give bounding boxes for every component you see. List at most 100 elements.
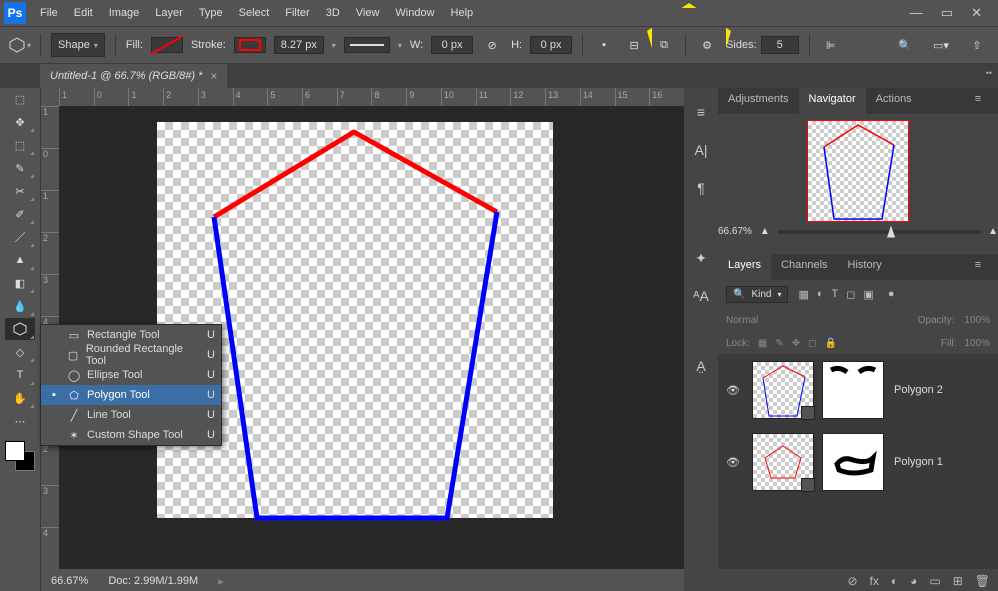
lock-artboard-icon[interactable]: ◻	[808, 338, 816, 349]
flyout-item[interactable]: ✶Custom Shape ToolU	[41, 425, 221, 445]
layer-footer-icon[interactable]: 🗑	[975, 574, 990, 588]
status-zoom[interactable]: 66.67%	[51, 575, 88, 587]
type-tool[interactable]: T	[5, 364, 35, 386]
stamp-tool[interactable]: ▲	[5, 249, 35, 271]
tab-actions[interactable]: Actions	[866, 88, 922, 114]
gear-icon[interactable]: ⚙	[696, 34, 718, 56]
more-tools[interactable]: ⋯	[5, 410, 35, 432]
dock-icon[interactable]: ≡	[689, 100, 713, 124]
menu-type[interactable]: Type	[191, 3, 231, 23]
align-icon[interactable]: ⊟	[623, 34, 645, 56]
menu-filter[interactable]: Filter	[277, 3, 317, 23]
filter-shape-icon[interactable]: ◻	[846, 288, 855, 301]
filter-type-icon[interactable]: T	[832, 288, 839, 301]
filter-pixel-icon[interactable]: ▦	[798, 288, 808, 301]
screen-mode-icon[interactable]: ▭▾	[930, 34, 952, 56]
color-swatches[interactable]	[5, 441, 35, 471]
navigator-zoom-slider[interactable]	[778, 230, 980, 234]
layer-name[interactable]: Polygon 1	[894, 456, 943, 468]
document-tab[interactable]: Untitled-1 @ 66.7% (RGB/8#) * ×	[40, 64, 227, 88]
filter-toggle-icon[interactable]: ●	[888, 288, 895, 301]
dock-icon[interactable]: ✦	[689, 246, 713, 270]
status-doc-info[interactable]: Doc: 2.99M/1.99M	[108, 575, 198, 587]
blend-mode-dropdown[interactable]: Normal	[726, 315, 758, 326]
pentagon-shape[interactable]	[157, 122, 553, 518]
layer-row[interactable]: 👁 Polygon 1	[718, 426, 998, 498]
eyedropper-tool[interactable]: ✐	[5, 203, 35, 225]
layer-name[interactable]: Polygon 2	[894, 384, 943, 396]
marquee-tool[interactable]: ⬚	[5, 134, 35, 156]
layer-fill-value[interactable]: 100%	[964, 338, 990, 349]
flyout-item[interactable]: ▪ ⬠Polygon ToolU	[41, 385, 221, 405]
dock-icon[interactable]: ᴬA	[689, 284, 713, 308]
stroke-swatch[interactable]	[234, 37, 266, 53]
layer-footer-icon[interactable]: ◐	[891, 574, 898, 588]
layer-visibility-icon[interactable]: 👁	[726, 456, 742, 469]
path-ops-icon[interactable]: ▪	[593, 34, 615, 56]
flyout-item[interactable]: ▢Rounded Rectangle ToolU	[41, 345, 221, 365]
menu-3d[interactable]: 3D	[318, 3, 348, 23]
flyout-item[interactable]: ╱Line ToolU	[41, 405, 221, 425]
lock-pos-icon[interactable]: ✥	[792, 338, 800, 349]
active-tool-icon[interactable]: ▾	[10, 35, 30, 55]
menu-edit[interactable]: Edit	[66, 3, 101, 23]
move-tool2[interactable]: ✥	[5, 111, 35, 133]
tab-adjustments[interactable]: Adjustments	[718, 88, 799, 114]
flyout-item[interactable]: ◯Ellipse ToolU	[41, 365, 221, 385]
align-edges-icon[interactable]: ⊫	[820, 34, 842, 56]
flyout-item[interactable]: ▭Rectangle ToolU	[41, 325, 221, 345]
filter-adjust-icon[interactable]: ◐	[817, 288, 824, 301]
height-field[interactable]: 0 px	[530, 36, 572, 54]
layer-footer-icon[interactable]: ◕	[910, 574, 917, 588]
layer-footer-icon[interactable]: ▭	[929, 574, 940, 588]
layer-thumb[interactable]	[752, 361, 814, 419]
tool-mode-dropdown[interactable]: Shape▾	[51, 33, 105, 57]
layer-kind-dropdown[interactable]: 🔍 Kind ▾	[726, 286, 788, 303]
path-select-tool[interactable]: ◇	[5, 341, 35, 363]
search-icon[interactable]: 🔍	[894, 34, 916, 56]
maximize-button[interactable]: ▭	[941, 5, 953, 21]
menu-file[interactable]: File	[32, 3, 66, 23]
close-tab-icon[interactable]: ×	[210, 69, 217, 83]
shape-tool[interactable]	[5, 318, 35, 340]
navigator-thumbnail[interactable]	[807, 120, 909, 222]
layer-thumb[interactable]	[752, 433, 814, 491]
lock-paint-icon[interactable]: ✎	[775, 338, 783, 349]
sides-field[interactable]: 5	[761, 36, 799, 54]
ruler-horizontal[interactable]: 1012345678910111213141516	[59, 88, 684, 106]
tab-channels[interactable]: Channels	[771, 254, 837, 280]
layers-panel-menu-icon[interactable]: ≡	[958, 254, 998, 280]
tab-navigator[interactable]: Navigator	[799, 88, 866, 114]
gradient-tool[interactable]: ◧	[5, 272, 35, 294]
menu-layer[interactable]: Layer	[147, 3, 191, 23]
layer-mask-thumb[interactable]	[822, 433, 884, 491]
lock-all-icon[interactable]: 🔒	[824, 338, 836, 349]
brush-tool[interactable]: ／	[5, 226, 35, 248]
menu-window[interactable]: Window	[387, 3, 442, 23]
menu-image[interactable]: Image	[101, 3, 148, 23]
stroke-style-dropdown[interactable]	[344, 37, 390, 53]
layer-footer-icon[interactable]: fx	[870, 574, 879, 588]
dock-icon[interactable]: ¶	[689, 176, 713, 200]
document-canvas[interactable]	[157, 122, 553, 518]
layer-footer-icon[interactable]: ⊞	[953, 574, 963, 588]
filter-smart-icon[interactable]: ▣	[863, 288, 873, 301]
zoom-out-icon[interactable]: ▲	[760, 226, 770, 237]
tab-layers[interactable]: Layers	[718, 254, 771, 280]
lock-trans-icon[interactable]: ▦	[758, 338, 767, 349]
share-icon[interactable]: ⇧	[966, 34, 988, 56]
lasso-tool[interactable]: ✎	[5, 157, 35, 179]
move-tool[interactable]: ⬚	[5, 88, 35, 110]
panel-collapse-icon[interactable]: ••	[986, 68, 992, 78]
opacity-value[interactable]: 100%	[964, 315, 990, 326]
tab-history[interactable]: History	[838, 254, 892, 280]
minimize-button[interactable]: —	[910, 5, 923, 21]
width-field[interactable]: 0 px	[431, 36, 473, 54]
fill-swatch[interactable]	[151, 37, 183, 53]
hand-tool[interactable]: ✋	[5, 387, 35, 409]
layer-footer-icon[interactable]: ⊘	[847, 574, 857, 588]
close-button[interactable]: ✕	[971, 5, 982, 21]
dock-icon[interactable]: A̤	[689, 354, 713, 378]
navigator-zoom-value[interactable]: 66.67%	[718, 226, 752, 237]
dock-icon[interactable]: A|	[689, 138, 713, 162]
